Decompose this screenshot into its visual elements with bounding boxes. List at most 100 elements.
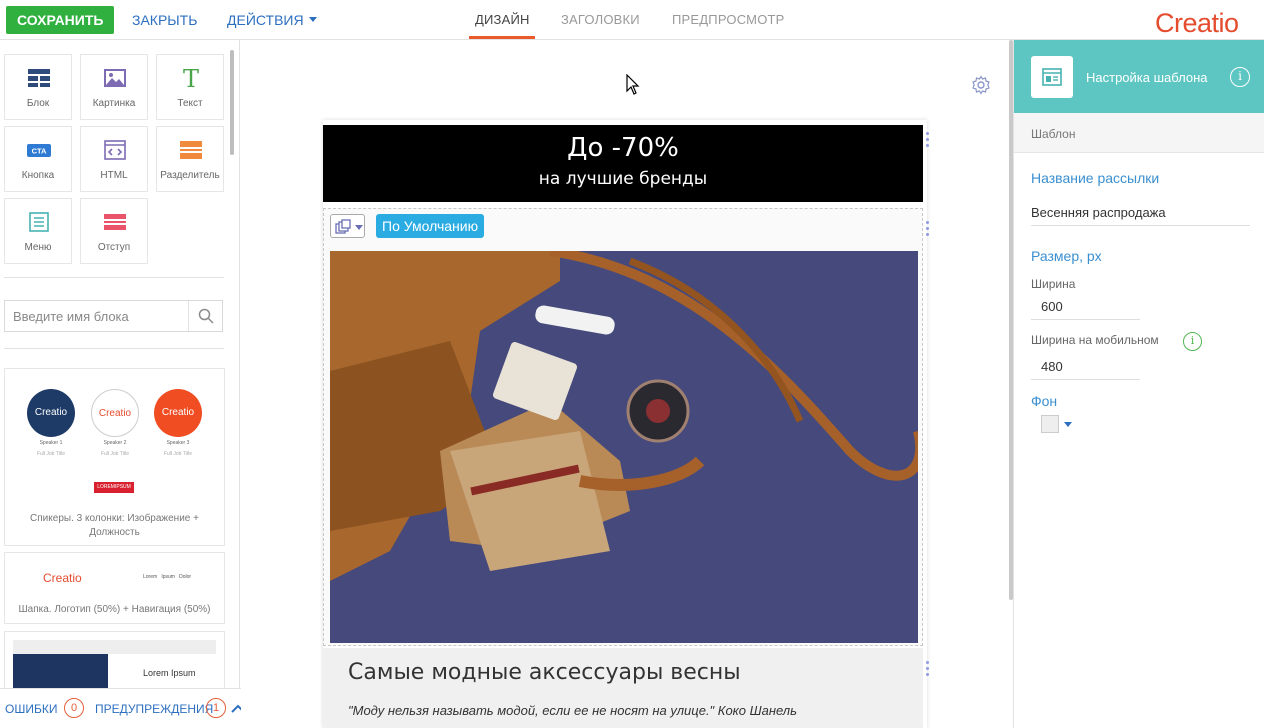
- template-header[interactable]: Creatio Lorem Ipsum Dolor Шапка. Логотип…: [4, 552, 225, 624]
- speaker-avatar: Creatio: [27, 389, 75, 437]
- tool-block[interactable]: Блок: [4, 54, 72, 120]
- promo-banner[interactable]: До -70% на лучшие бренды: [323, 125, 923, 202]
- tool-label: Разделитель: [160, 170, 220, 181]
- width-field[interactable]: 600: [1041, 299, 1063, 314]
- panel-header: Настройка шаблона i: [1014, 40, 1264, 113]
- tool-label: Картинка: [92, 98, 136, 109]
- errors-count-badge: 0: [64, 698, 84, 718]
- speaker-name: Speaker 2: [103, 440, 127, 446]
- tool-label: Кнопка: [21, 170, 55, 181]
- warnings-link[interactable]: ПРЕДУПРЕЖДЕНИЯ: [95, 702, 213, 716]
- mobile-width-label: Ширина на мобильном: [1031, 333, 1159, 347]
- cta-icon: CTA: [27, 144, 51, 157]
- tool-spacer[interactable]: Отступ: [80, 198, 148, 264]
- speaker-name: Speaker 3: [166, 440, 190, 446]
- tool-label: Текст: [177, 98, 203, 109]
- divider: [4, 277, 224, 278]
- hero-image[interactable]: [330, 251, 918, 643]
- chevron-down-icon[interactable]: [1064, 422, 1072, 427]
- design-canvas: До -70% на лучшие бренды По Умолчанию Са…: [241, 40, 1013, 728]
- tool-label: Блок: [26, 98, 50, 109]
- validation-bar: ОШИБКИ 0 ПРЕДУПРЕЖДЕНИЯ 1: [0, 688, 252, 728]
- bag-photo: [330, 251, 918, 643]
- block-icon: [28, 69, 50, 87]
- speaker-title: Full Job Title: [36, 451, 66, 457]
- spacer-icon: [104, 214, 126, 230]
- tool-divider[interactable]: Разделитель: [156, 126, 224, 192]
- template-caption: Шапка. Логотип (50%) + Навигация (50%): [18, 604, 211, 615]
- text-icon: T: [183, 67, 199, 89]
- cta-badge: CTA: [32, 147, 47, 156]
- tool-image[interactable]: Картинка: [80, 54, 148, 120]
- template-nav: Lorem Ipsum Dolor: [143, 574, 192, 580]
- block-settings-button[interactable]: [330, 214, 365, 238]
- speaker-avatar: Creatio: [91, 389, 139, 437]
- gear-icon[interactable]: [971, 75, 991, 95]
- warnings-count-badge: 1: [206, 698, 226, 718]
- template-settings-panel: Настройка шаблона i Шаблон Название расс…: [1013, 40, 1264, 728]
- template-icon: [1042, 68, 1062, 86]
- svg-text:T: T: [183, 67, 199, 89]
- banner-subtitle: на лучшие бренды: [538, 169, 708, 189]
- panel-title: Настройка шаблона: [1086, 70, 1208, 85]
- template-preview-bar: [13, 640, 216, 654]
- speaker-title: Full Job Title: [163, 451, 193, 457]
- speaker-name: Speaker 1: [39, 440, 63, 446]
- background-label: Фон: [1031, 393, 1058, 409]
- tool-html[interactable]: HTML: [80, 126, 148, 192]
- section-label: Шаблон: [1031, 127, 1076, 141]
- tool-text[interactable]: T Текст: [156, 54, 224, 120]
- tool-label: Меню: [24, 242, 52, 253]
- tab-headers[interactable]: ЗАГОЛОВКИ: [561, 12, 640, 27]
- template-icon-box: [1031, 56, 1073, 98]
- creatio-logo: Creatio: [1155, 8, 1239, 38]
- content-heading: Самые модные аксессуары весны: [348, 660, 741, 685]
- tool-button[interactable]: CTA Кнопка: [4, 126, 72, 192]
- tool-label: Отступ: [97, 242, 131, 253]
- template-caption: Спикеры. 3 колонки: Изображение + Должно…: [30, 513, 199, 538]
- mobile-width-field[interactable]: 480: [1041, 359, 1063, 374]
- drag-handle[interactable]: [926, 221, 930, 239]
- field-underline: [1031, 319, 1140, 320]
- copy-icon: [335, 219, 351, 234]
- actions-menu[interactable]: ДЕЙСТВИЯ: [227, 12, 317, 28]
- tab-preview[interactable]: ПРЕДПРОСМОТР: [672, 12, 785, 27]
- mailing-name-label: Название рассылки: [1031, 170, 1160, 186]
- template-preview-text: Lorem Ipsum: [143, 668, 196, 678]
- tool-label: HTML: [100, 170, 128, 181]
- divider: [4, 348, 224, 349]
- tool-menu[interactable]: Меню: [4, 198, 72, 264]
- content-quote: "Моду нельзя называть модой, если ее не …: [348, 703, 797, 718]
- errors-link[interactable]: ОШИБКИ: [5, 702, 57, 716]
- chevron-down-icon: [355, 225, 363, 230]
- close-button[interactable]: ЗАКРЫТЬ: [132, 12, 197, 28]
- text-block[interactable]: Самые модные аксессуары весны "Моду нель…: [323, 648, 923, 728]
- chevron-down-icon: [308, 17, 317, 22]
- speaker-title: Full Job Title: [100, 451, 130, 457]
- width-label: Ширина: [1031, 277, 1076, 291]
- sidebar-scrollbar[interactable]: [230, 50, 234, 155]
- template-speakers[interactable]: Creatio Creatio Creatio Speaker 1 Speake…: [4, 368, 225, 546]
- background-color-swatch[interactable]: [1041, 415, 1059, 433]
- save-button[interactable]: СОХРАНИТЬ: [6, 6, 115, 34]
- actions-label: ДЕЙСТВИЯ: [227, 12, 304, 28]
- block-search: [4, 300, 223, 332]
- divider-icon: [180, 141, 202, 159]
- html-icon: [104, 140, 126, 160]
- drag-handle[interactable]: [926, 661, 930, 679]
- selected-block[interactable]: По Умолчанию: [323, 208, 923, 646]
- drag-handle[interactable]: [926, 132, 930, 150]
- info-icon[interactable]: i: [1183, 332, 1202, 351]
- email-template: До -70% на лучшие бренды По Умолчанию Са…: [323, 120, 927, 728]
- mailing-name-field[interactable]: Весенняя распродажа: [1031, 205, 1166, 220]
- search-icon[interactable]: [198, 308, 214, 324]
- block-style-tag[interactable]: По Умолчанию: [376, 214, 485, 238]
- panel-section-header: Шаблон: [1014, 113, 1264, 153]
- info-icon[interactable]: i: [1230, 67, 1250, 87]
- block-search-input[interactable]: [13, 307, 183, 325]
- image-icon: [104, 69, 126, 87]
- speaker-avatar: Creatio: [154, 389, 202, 437]
- active-tab-indicator: [469, 36, 535, 39]
- field-underline: [1031, 379, 1140, 380]
- tab-design[interactable]: ДИЗАЙН: [475, 12, 530, 27]
